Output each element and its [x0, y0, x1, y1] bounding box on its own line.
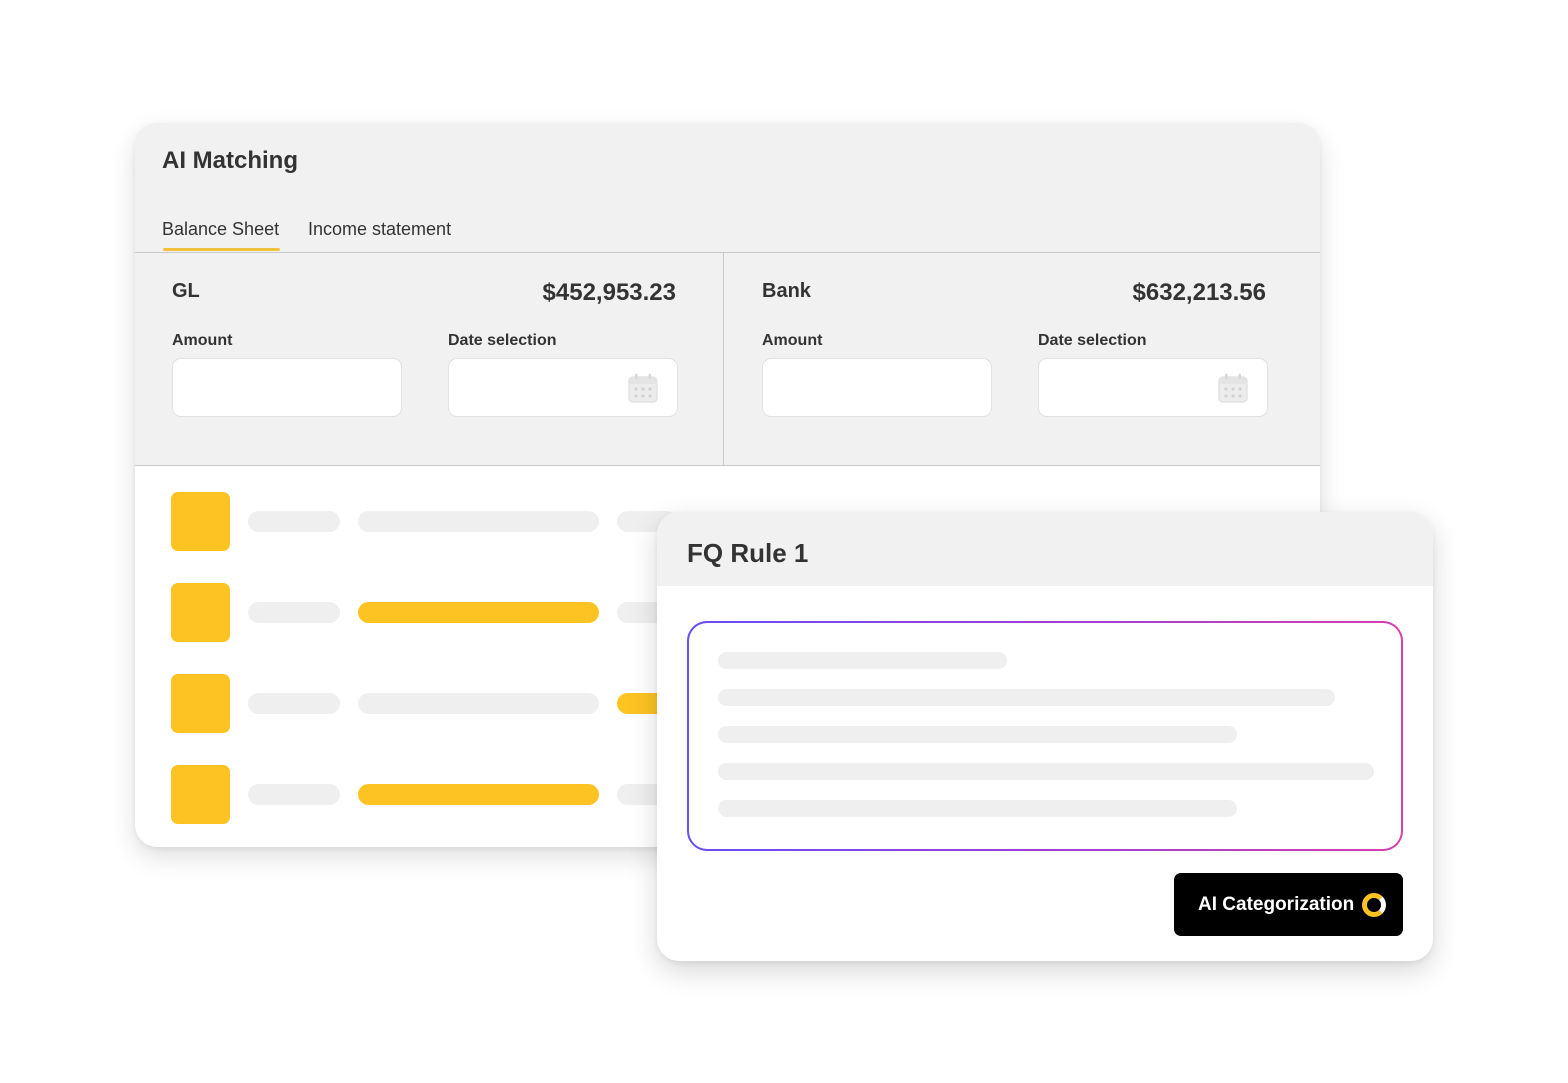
skeleton-line: [718, 726, 1237, 743]
rule-card: FQ Rule 1 AI Categorization: [657, 512, 1433, 961]
skeleton-line: [358, 511, 599, 532]
ai-categorization-label: AI Categorization: [1198, 893, 1355, 915]
bank-total-amount: $632,213.56: [1132, 279, 1266, 306]
skeleton-line: [248, 693, 340, 714]
skeleton-line: [248, 784, 340, 805]
calendar-icon[interactable]: [1217, 372, 1249, 404]
bank-date-label: Date selection: [1038, 332, 1147, 349]
ai-categorization-button[interactable]: AI Categorization: [1174, 873, 1403, 936]
active-tab-indicator: [163, 248, 280, 251]
gl-date-label: Date selection: [448, 332, 557, 349]
bank-amount-label: Amount: [762, 332, 823, 349]
tab-income-statement[interactable]: Income statement: [308, 219, 451, 240]
bank-amount-input[interactable]: [762, 358, 992, 417]
skeleton-line: [718, 763, 1374, 780]
row-thumbnail: [171, 765, 230, 824]
skeleton-line: [358, 693, 599, 714]
highlight-bar: [358, 784, 599, 805]
row-thumbnail: [171, 583, 230, 642]
page-title: AI Matching: [162, 147, 298, 174]
header-bottom-divider: [135, 465, 1320, 466]
tab-balance-sheet[interactable]: Balance Sheet: [162, 219, 279, 240]
skeleton-line: [718, 689, 1335, 706]
column-divider: [723, 253, 724, 466]
bank-label: Bank: [762, 280, 811, 302]
gl-amount-input[interactable]: [172, 358, 402, 417]
calendar-icon[interactable]: [627, 372, 659, 404]
skeleton-line: [718, 800, 1237, 817]
skeleton-line: [248, 602, 340, 623]
gl-amount-label: Amount: [172, 332, 233, 349]
loading-spinner-icon: [1362, 893, 1386, 917]
skeleton-line: [248, 511, 340, 532]
rule-content-box[interactable]: [687, 621, 1403, 851]
tabs-divider: [135, 252, 1320, 253]
rule-title: FQ Rule 1: [687, 538, 809, 568]
bank-date-input[interactable]: [1038, 358, 1268, 417]
highlight-bar: [358, 602, 599, 623]
gl-total-amount: $452,953.23: [542, 279, 676, 306]
row-thumbnail: [171, 674, 230, 733]
row-thumbnail: [171, 492, 230, 551]
gl-date-input[interactable]: [448, 358, 678, 417]
skeleton-line: [718, 652, 1007, 669]
gl-label: GL: [172, 280, 200, 302]
